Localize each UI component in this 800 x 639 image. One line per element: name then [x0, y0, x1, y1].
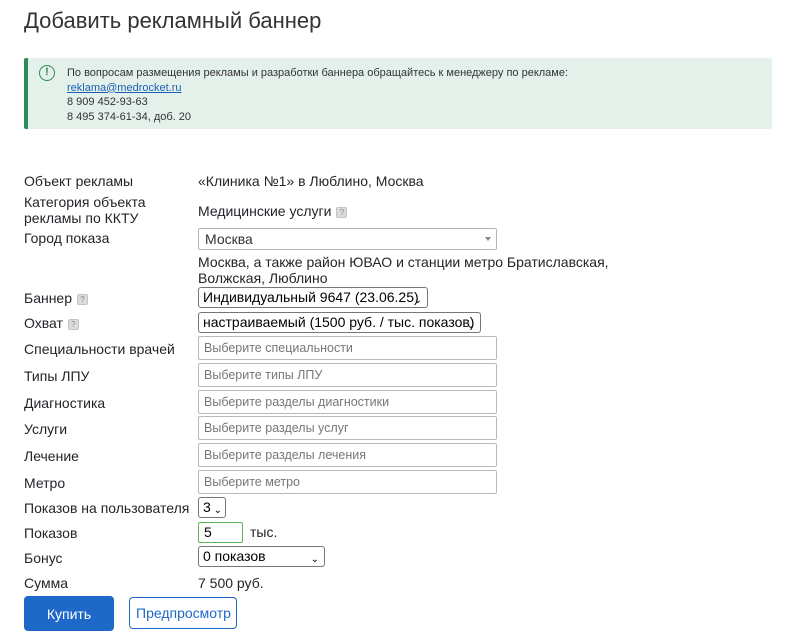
info-alert: ! По вопросам размещения рекламы и разра… — [24, 58, 772, 129]
bonus-select[interactable]: 0 показов ⌄ — [198, 546, 325, 567]
lpu-types-input[interactable]: Выберите типы ЛПУ — [198, 363, 497, 387]
category-value-wrap: Медицинские услуги? — [198, 203, 348, 219]
category-value: Медицинские услуги — [198, 203, 332, 219]
reach-label-wrap: Охват? — [24, 315, 79, 331]
city-select[interactable]: Москва — [198, 228, 497, 250]
per-user-select[interactable]: 3 ⌄ — [198, 497, 226, 518]
treatment-input[interactable]: Выберите разделы лечения — [198, 443, 497, 467]
help-icon[interactable]: ? — [77, 293, 89, 305]
city-select-value: Москва — [205, 231, 253, 247]
object-value: «Клиника №1» в Люблино, Москва — [198, 173, 424, 189]
page-title: Добавить рекламный баннер — [24, 8, 322, 33]
impressions-input[interactable]: 5 — [198, 522, 243, 543]
city-label: Город показа — [24, 230, 110, 246]
diagnostics-label: Диагностика — [24, 395, 106, 411]
total-value: 7 500 руб. — [198, 575, 264, 591]
banner-select[interactable]: Индивидуальный 9647 (23.06.25) ⌄ — [198, 287, 428, 308]
dropdown-arrow-icon — [485, 237, 491, 241]
total-label: Сумма — [24, 575, 68, 591]
alert-text: По вопросам размещения рекламы и разрабо… — [67, 67, 569, 79]
banner-label: Баннер — [24, 290, 73, 306]
specialties-input[interactable]: Выберите специальности — [198, 336, 497, 360]
banner-label-wrap: Баннер? — [24, 290, 89, 306]
preview-button[interactable]: Предпросмотр — [129, 597, 237, 629]
per-user-label: Показов на пользователя — [24, 500, 190, 516]
bonus-label: Бонус — [24, 550, 63, 566]
per-user-select-value: 3 — [203, 499, 211, 515]
city-note: Москва, а также район ЮВАО и станции мет… — [198, 254, 609, 286]
object-label: Объект рекламы — [24, 173, 134, 189]
manager-phone-mobile: 8 909 452-93-63 — [67, 96, 148, 108]
help-icon[interactable]: ? — [336, 206, 348, 218]
manager-phone-office: 8 495 374-61-34, доб. 20 — [67, 110, 192, 123]
chevron-down-icon: ⌄ — [413, 295, 422, 306]
help-icon[interactable]: ? — [67, 318, 79, 330]
reach-select[interactable]: настраиваемый (1500 руб. / тыс. показов)… — [198, 312, 481, 333]
impressions-label: Показов — [24, 525, 78, 541]
alert-content: По вопросам размещения рекламы и разрабо… — [67, 66, 568, 124]
manager-email-link[interactable]: reklama@medrocket.ru — [67, 82, 181, 94]
diagnostics-input[interactable]: Выберите разделы диагностики — [198, 390, 497, 414]
category-label: Категория объекта рекламы по ККТУ — [24, 194, 146, 226]
buy-button[interactable]: Купить — [24, 596, 114, 631]
metro-input[interactable]: Выберите метро — [198, 470, 497, 494]
lpu-types-label: Типы ЛПУ — [24, 368, 90, 384]
services-input[interactable]: Выберите разделы услуг — [198, 416, 497, 440]
bonus-select-value: 0 показов — [203, 548, 266, 564]
impressions-unit: тыс. — [250, 524, 278, 540]
chevron-down-icon: ⌄ — [310, 554, 319, 565]
reach-select-value: настраиваемый (1500 руб. / тыс. показов) — [203, 314, 475, 330]
services-label: Услуги — [24, 421, 68, 437]
banner-select-value: Индивидуальный 9647 (23.06.25) — [203, 289, 419, 305]
treatment-label: Лечение — [24, 448, 79, 464]
exclamation-circle-icon: ! — [39, 65, 55, 81]
reach-label: Охват — [24, 315, 63, 331]
chevron-down-icon: ⌄ — [466, 320, 475, 331]
chevron-down-icon: ⌄ — [213, 505, 222, 516]
specialties-label: Специальности врачей — [24, 341, 175, 357]
metro-label: Метро — [24, 475, 66, 491]
